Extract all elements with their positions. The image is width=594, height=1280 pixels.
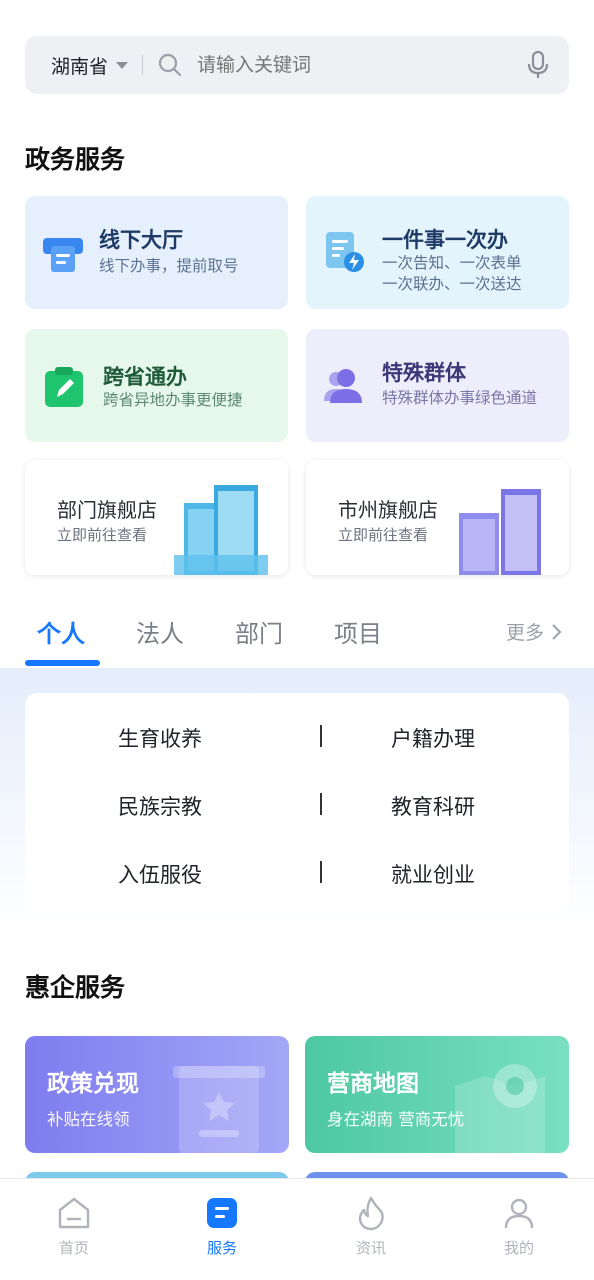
card-subtitle: 补贴在线领 bbox=[47, 1110, 130, 1129]
category-item[interactable]: 入伍服役 bbox=[60, 859, 260, 889]
card-business-map[interactable]: 营商地图 身在湖南 营商无忧 bbox=[305, 1036, 569, 1153]
caret-down-icon bbox=[116, 61, 129, 69]
card-title: 线下大厅 bbox=[99, 228, 183, 252]
card-cross-province[interactable]: 跨省通办 跨省异地办事更便捷 bbox=[25, 329, 288, 442]
card-title: 特殊群体 bbox=[382, 361, 466, 385]
more-label: 更多 bbox=[505, 622, 544, 644]
card-subtitle: 特殊群体办事绿色通道 bbox=[382, 389, 538, 407]
shop-title: 部门旗舰店 bbox=[57, 498, 157, 522]
card-subtitle-line2: 一次联办、一次送达 bbox=[382, 275, 522, 293]
business-services-title: 惠企服务 bbox=[25, 973, 126, 1002]
card-subtitle: 身在湖南 营商无忧 bbox=[327, 1110, 465, 1129]
card-subtitle: 跨省异地办事更便捷 bbox=[103, 391, 243, 409]
search-bar: 湖南省 bbox=[25, 36, 569, 94]
card-title: 跨省通办 bbox=[103, 365, 187, 389]
chevron-right-icon bbox=[552, 623, 562, 640]
map-pin-illustration bbox=[455, 1064, 545, 1153]
clipboard-pen-icon bbox=[45, 367, 83, 407]
category-panel: 生育收养 户籍办理 民族宗教 教育科研 入伍服役 就业创业 bbox=[25, 693, 569, 913]
card-department-shop[interactable]: 部门旗舰店 立即前往查看 bbox=[25, 460, 288, 575]
category-item[interactable]: 民族宗教 bbox=[60, 791, 260, 821]
more-link[interactable]: 更多 bbox=[506, 618, 564, 645]
card-title: 营商地图 bbox=[327, 1071, 419, 1097]
active-tab-indicator bbox=[25, 660, 100, 666]
tab-department[interactable]: 部门 bbox=[235, 614, 283, 649]
search-icon bbox=[158, 53, 182, 77]
divider bbox=[320, 861, 322, 883]
bottom-navigation: 首页 服务 资讯 我的 bbox=[0, 1178, 594, 1280]
tab-project[interactable]: 项目 bbox=[334, 614, 382, 649]
user-icon bbox=[504, 1198, 534, 1229]
divider bbox=[320, 725, 322, 747]
gov-services-title: 政务服务 bbox=[25, 145, 126, 174]
card-title: 政策兑现 bbox=[47, 1071, 139, 1097]
region-label: 湖南省 bbox=[51, 55, 109, 78]
nav-label: 首页 bbox=[58, 1239, 89, 1257]
card-policy-redemption[interactable]: 政策兑现 补贴在线领 bbox=[25, 1036, 289, 1153]
shop-subtitle: 立即前往查看 bbox=[338, 526, 429, 544]
people-group-icon bbox=[324, 369, 362, 403]
document-lightning-icon bbox=[326, 232, 364, 272]
queue-ticket-icon bbox=[43, 238, 83, 272]
nav-label: 我的 bbox=[503, 1239, 534, 1257]
services-icon bbox=[207, 1198, 237, 1228]
microphone-icon[interactable] bbox=[525, 50, 551, 80]
nav-label: 服务 bbox=[206, 1239, 237, 1257]
search-input[interactable] bbox=[197, 54, 525, 76]
nav-news[interactable]: 资讯 bbox=[331, 1195, 411, 1258]
card-offline-hall[interactable]: 线下大厅 线下办事，提前取号 bbox=[25, 196, 288, 309]
region-selector[interactable]: 湖南省 bbox=[51, 52, 129, 79]
nav-services[interactable]: 服务 bbox=[182, 1195, 262, 1258]
card-city-shop[interactable]: 市州旗舰店 立即前往查看 bbox=[306, 460, 569, 575]
shop-subtitle: 立即前往查看 bbox=[57, 526, 148, 544]
card-title: 一件事一次办 bbox=[382, 228, 508, 252]
building-illustration bbox=[459, 489, 541, 575]
divider bbox=[142, 55, 144, 75]
category-item[interactable]: 生育收养 bbox=[60, 723, 260, 753]
home-icon bbox=[58, 1197, 90, 1229]
award-box-illustration bbox=[173, 1066, 265, 1153]
card-subtitle: 线下办事，提前取号 bbox=[99, 257, 239, 275]
nav-label: 资讯 bbox=[355, 1239, 386, 1257]
category-item[interactable]: 户籍办理 bbox=[333, 723, 533, 753]
card-one-thing[interactable]: 一件事一次办 一次告知、一次表单 一次联办、一次送达 bbox=[306, 196, 569, 309]
nav-home[interactable]: 首页 bbox=[34, 1195, 114, 1258]
card-special-groups[interactable]: 特殊群体 特殊群体办事绿色通道 bbox=[306, 329, 569, 442]
card-subtitle-line1: 一次告知、一次表单 bbox=[382, 254, 522, 272]
building-illustration bbox=[174, 485, 268, 575]
tab-legal-person[interactable]: 法人 bbox=[136, 614, 184, 649]
category-tabs: 个人 法人 部门 项目 更多 bbox=[0, 600, 594, 668]
divider bbox=[320, 793, 322, 815]
shop-title: 市州旗舰店 bbox=[338, 498, 438, 522]
nav-profile[interactable]: 我的 bbox=[479, 1195, 559, 1258]
tab-personal[interactable]: 个人 bbox=[37, 614, 85, 649]
category-item[interactable]: 就业创业 bbox=[333, 859, 533, 889]
category-item[interactable]: 教育科研 bbox=[333, 791, 533, 821]
flame-icon bbox=[358, 1196, 384, 1231]
